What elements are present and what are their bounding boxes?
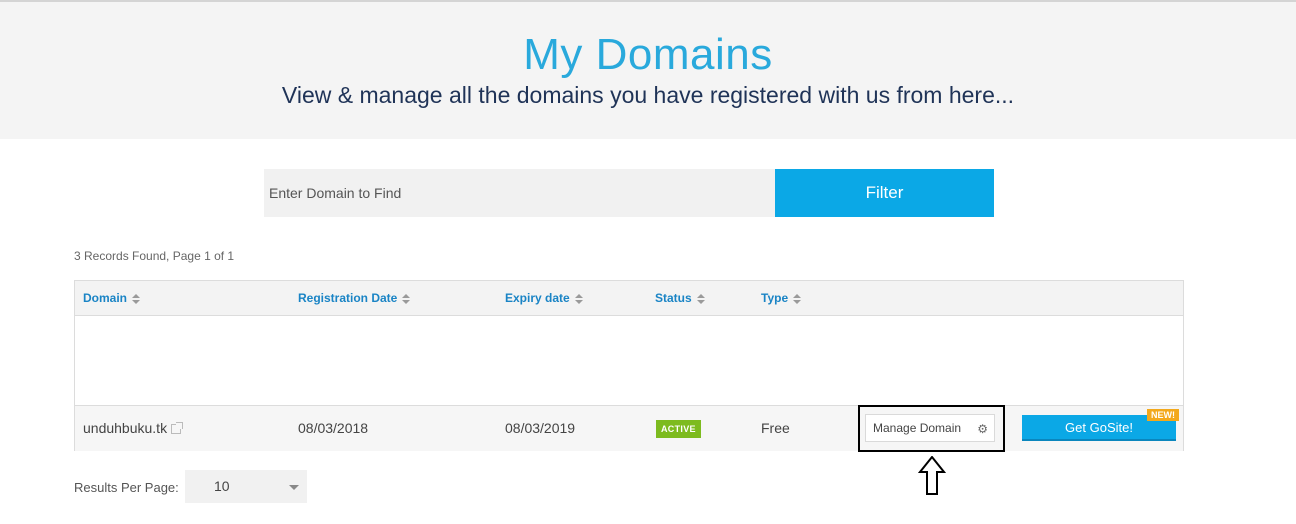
results-per-page-label: Results Per Page: (74, 480, 179, 495)
domain-cell[interactable]: unduhbuku.tk (83, 420, 184, 436)
status-badge: ACTIVE (656, 420, 701, 438)
filter-button[interactable]: Filter (775, 169, 994, 217)
up-arrow-icon (918, 456, 946, 495)
page-title: My Domains (523, 30, 773, 79)
expiry-date-cell: 08/03/2019 (505, 420, 576, 436)
sort-icon (696, 293, 705, 304)
column-status[interactable]: Status (655, 291, 705, 305)
new-badge: NEW! (1147, 409, 1179, 421)
table-header: Domain Registration Date Expiry date Sta… (75, 281, 1183, 316)
sort-icon (574, 293, 583, 304)
external-link-icon[interactable] (171, 422, 184, 435)
sort-icon (793, 293, 802, 304)
table-row: unduhbuku.tk 08/03/2018 08/03/2019 ACTIV… (75, 405, 1183, 451)
domain-search-input[interactable] (264, 169, 775, 217)
page-header: My Domains View & manage all the domains… (0, 2, 1296, 139)
results-per-page-value: 10 (214, 478, 230, 494)
column-domain[interactable]: Domain (83, 291, 141, 305)
type-cell: Free (761, 420, 790, 436)
registration-date-cell: 08/03/2018 (298, 420, 369, 436)
chevron-down-icon (289, 485, 299, 490)
records-count: 3 Records Found, Page 1 of 1 (74, 249, 235, 263)
sort-icon (132, 293, 141, 304)
column-type[interactable]: Type (761, 291, 802, 305)
domains-table: Domain Registration Date Expiry date Sta… (74, 280, 1184, 451)
results-per-page-select[interactable]: 10 (185, 470, 307, 503)
sort-icon (402, 293, 411, 304)
column-registration-date[interactable]: Registration Date (298, 291, 411, 305)
column-expiry-date[interactable]: Expiry date (505, 291, 583, 305)
annotation-highlight-box (858, 405, 1005, 452)
domain-link[interactable]: unduhbuku.tk (83, 420, 167, 436)
page-subtitle: View & manage all the domains you have r… (281, 82, 1015, 108)
